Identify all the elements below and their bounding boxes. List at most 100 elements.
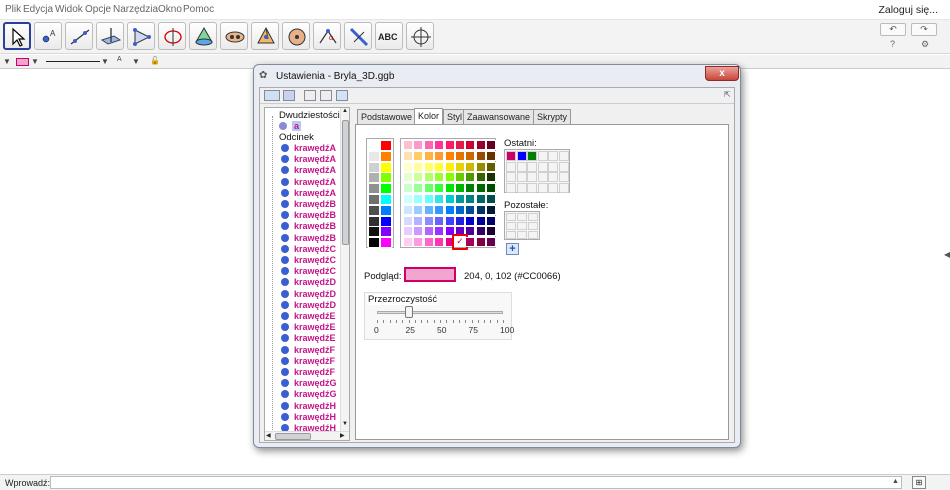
polygon-tool-button[interactable] xyxy=(127,22,155,50)
tree-item-edge[interactable]: krawędźF xyxy=(281,367,335,378)
menu-okno[interactable]: Okno xyxy=(158,4,182,15)
palette-swatch[interactable] xyxy=(475,204,486,215)
recent-color-cell[interactable] xyxy=(516,161,527,172)
palette-swatch[interactable] xyxy=(423,161,434,172)
palette-swatch[interactable] xyxy=(434,150,445,161)
palette-swatch[interactable] xyxy=(475,183,486,194)
gray-swatch[interactable] xyxy=(368,237,380,249)
scroll-down-icon[interactable]: ▼ xyxy=(342,421,348,427)
palette-swatch[interactable] xyxy=(403,226,413,237)
palette-swatch[interactable] xyxy=(465,161,476,172)
tree-item-edge[interactable]: krawędźC xyxy=(281,244,336,255)
object-properties-icon[interactable] xyxy=(283,90,295,101)
recent-color-cell[interactable] xyxy=(527,151,538,161)
login-link[interactable]: Zaloguj się... xyxy=(878,4,938,16)
palette-swatch[interactable] xyxy=(475,215,486,226)
line-tool-button[interactable] xyxy=(65,22,93,50)
palette-swatch[interactable] xyxy=(455,194,465,204)
gray-swatch[interactable] xyxy=(368,226,380,238)
tree-item-edge[interactable]: krawędźH xyxy=(281,412,336,423)
palette-swatch[interactable] xyxy=(465,215,476,226)
recent-color-cell[interactable] xyxy=(559,172,569,183)
menu-pomoc[interactable]: Pomoc xyxy=(183,4,214,15)
palette-swatch[interactable] xyxy=(423,194,434,204)
pyramid-tool-button[interactable] xyxy=(251,22,279,50)
circle-tool-button[interactable] xyxy=(158,22,186,50)
palette-swatch[interactable] xyxy=(444,215,455,226)
chevron-down-icon[interactable]: ▼ xyxy=(132,57,140,66)
tree-item-edge[interactable]: krawędźH xyxy=(281,401,336,412)
tree-item-edge[interactable]: krawędźA xyxy=(281,154,336,165)
palette-swatch[interactable] xyxy=(475,150,486,161)
palette-swatch[interactable] xyxy=(475,172,486,183)
palette-swatch[interactable] xyxy=(465,183,476,194)
palette-swatch[interactable] xyxy=(455,150,465,161)
palette-swatch[interactable] xyxy=(423,183,434,194)
palette-swatch[interactable] xyxy=(486,204,497,215)
palette-swatch[interactable] xyxy=(444,150,455,161)
custom-color-cell[interactable] xyxy=(517,213,528,221)
palette-swatch[interactable] xyxy=(444,204,455,215)
transparency-track[interactable] xyxy=(377,311,503,314)
lock-icon[interactable]: 🔓 xyxy=(150,56,160,65)
tree-item-edge[interactable]: krawędźC xyxy=(281,255,336,266)
palette-swatch[interactable] xyxy=(403,194,413,204)
tree-item-edge[interactable]: krawędźG xyxy=(281,389,337,400)
palette-swatch[interactable] xyxy=(403,215,413,226)
tree-item-edge[interactable]: krawędźB xyxy=(281,199,336,210)
palette-swatch[interactable] xyxy=(413,161,424,172)
recent-color-cell[interactable] xyxy=(537,182,548,193)
palette-swatch[interactable] xyxy=(403,161,413,172)
sphere-tool-button[interactable] xyxy=(282,22,310,50)
gray-swatch[interactable] xyxy=(368,183,380,195)
line-style-button[interactable] xyxy=(46,61,100,62)
palette-swatch[interactable] xyxy=(465,194,476,204)
close-button[interactable]: x xyxy=(705,66,739,81)
custom-color-cell[interactable] xyxy=(506,213,516,221)
custom-color-cell[interactable] xyxy=(517,222,528,230)
recent-color-cell[interactable] xyxy=(537,172,548,183)
chevron-down-icon[interactable]: ▼ xyxy=(101,57,109,66)
tree-vertical-scrollbar[interactable]: ▲ ▼ xyxy=(340,108,349,431)
palette-swatch[interactable] xyxy=(413,204,424,215)
move-tool-button[interactable] xyxy=(3,22,31,50)
menu-narzedzia[interactable]: Narzędzia xyxy=(113,4,158,15)
custom-color-cell[interactable] xyxy=(506,222,516,230)
palette-swatch[interactable] xyxy=(423,215,434,226)
tree-item-edge[interactable]: krawędźC xyxy=(281,266,336,277)
point-tool-button[interactable]: A xyxy=(34,22,62,50)
help-icon[interactable]: ? xyxy=(890,39,895,49)
palette-swatch[interactable] xyxy=(444,140,455,150)
palette-swatch[interactable] xyxy=(434,204,445,215)
basic-color-swatch[interactable] xyxy=(380,161,392,173)
reflect-tool-button[interactable] xyxy=(344,22,372,50)
palette-swatch[interactable] xyxy=(413,237,424,248)
palette-swatch[interactable] xyxy=(434,237,445,248)
gray-swatch[interactable] xyxy=(368,140,380,151)
palette-swatch[interactable] xyxy=(486,194,497,204)
palette-swatch[interactable] xyxy=(465,140,476,150)
recent-color-cell[interactable] xyxy=(527,161,538,172)
palette-swatch[interactable] xyxy=(423,172,434,183)
recent-color-cell[interactable] xyxy=(516,182,527,193)
palette-swatch[interactable] xyxy=(475,237,486,248)
palette-swatch[interactable] xyxy=(486,226,497,237)
palette-swatch[interactable] xyxy=(434,194,445,204)
tab-color[interactable]: Kolor xyxy=(414,108,444,124)
palette-swatch[interactable] xyxy=(423,140,434,150)
menu-widok[interactable]: Widok xyxy=(55,4,83,15)
tree-item-edge[interactable]: krawędźA xyxy=(281,188,336,199)
gray-swatch[interactable] xyxy=(368,215,380,227)
transparency-slider-thumb[interactable] xyxy=(404,306,413,318)
palette-swatch[interactable] xyxy=(413,183,424,194)
input-dropdown-icon[interactable]: ▲ xyxy=(892,478,899,485)
palette-swatch[interactable] xyxy=(455,204,465,215)
recent-color-cell[interactable] xyxy=(559,182,569,193)
palette-swatch[interactable] xyxy=(455,183,465,194)
palette-swatch[interactable] xyxy=(434,161,445,172)
palette-swatch[interactable] xyxy=(434,226,445,237)
recent-color-cell[interactable] xyxy=(548,151,559,161)
recent-color-cell[interactable] xyxy=(516,151,527,161)
palette-swatch[interactable] xyxy=(465,172,476,183)
custom-color-cell[interactable] xyxy=(528,222,539,230)
